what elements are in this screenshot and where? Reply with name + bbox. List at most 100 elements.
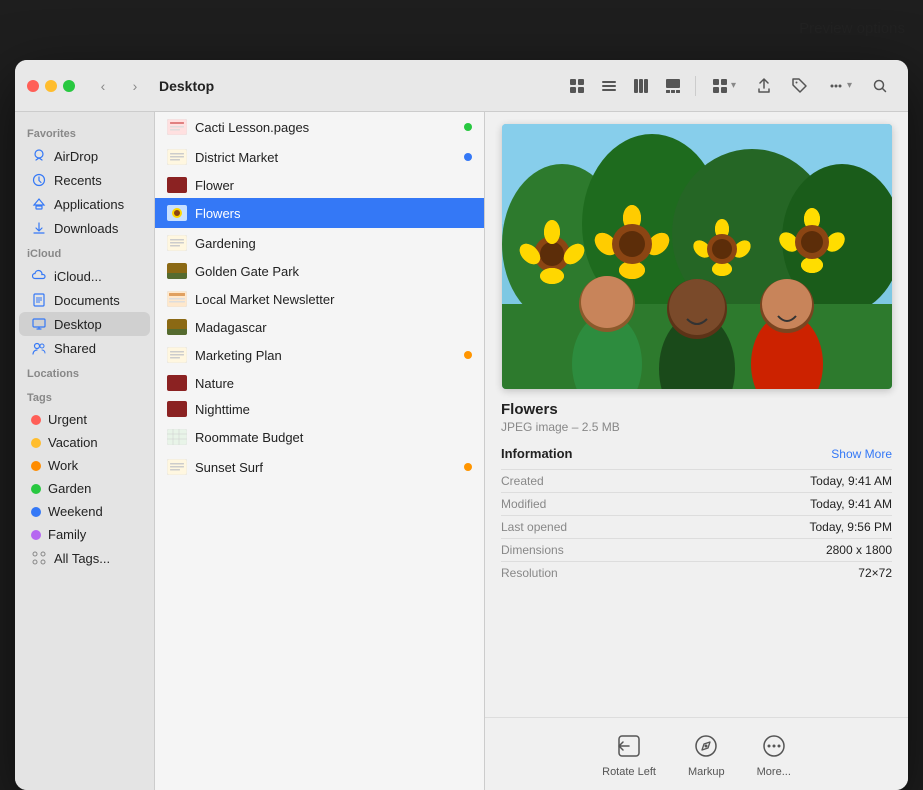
- close-button[interactable]: [27, 80, 39, 92]
- shared-icon: [31, 340, 47, 356]
- gallery-view-button[interactable]: [659, 73, 687, 99]
- file-item[interactable]: Flower: [155, 172, 484, 198]
- info-row: Dimensions2800 x 1800: [501, 538, 892, 561]
- sidebar-item-applications[interactable]: Applications: [19, 192, 150, 216]
- annotation-preview-options: Preview options: [799, 20, 905, 37]
- sidebar-item-downloads[interactable]: Downloads: [19, 216, 150, 240]
- preview-filetype: JPEG image – 2.5 MB: [501, 420, 892, 434]
- file-list-panel: Cacti Lesson.pages District MarketFlower…: [155, 112, 485, 790]
- sidebar-item-applications-label: Applications: [54, 197, 124, 212]
- sidebar-tag-vacation-label: Vacation: [48, 435, 98, 450]
- sidebar-tag-vacation[interactable]: Vacation: [19, 431, 150, 454]
- file-item[interactable]: Cacti Lesson.pages: [155, 112, 484, 142]
- info-row-value: 2800 x 1800: [826, 543, 892, 557]
- file-item[interactable]: District Market: [155, 142, 484, 172]
- sidebar-item-downloads-label: Downloads: [54, 221, 118, 236]
- markup-label: Markup: [688, 766, 725, 778]
- file-icon: [167, 289, 187, 309]
- file-item[interactable]: Roommate Budget: [155, 422, 484, 452]
- file-name: Golden Gate Park: [195, 264, 472, 279]
- file-name: Marketing Plan: [195, 348, 464, 363]
- sidebar-tag-all-label: All Tags...: [54, 551, 110, 566]
- rotate-left-button[interactable]: Rotate Left: [602, 730, 656, 778]
- main-content: Favorites AirDrop Recents: [15, 112, 908, 790]
- back-button[interactable]: ‹: [91, 74, 115, 98]
- file-icon: [167, 117, 187, 137]
- sidebar-tag-work[interactable]: Work: [19, 454, 150, 477]
- sidebar-item-icloud[interactable]: iCloud...: [19, 264, 150, 288]
- sidebar-item-recents[interactable]: Recents: [19, 168, 150, 192]
- forward-button[interactable]: ›: [123, 74, 147, 98]
- tag-button[interactable]: [784, 74, 816, 98]
- sidebar-tag-family[interactable]: Family: [19, 523, 150, 546]
- file-name: Cacti Lesson.pages: [195, 120, 464, 135]
- list-view-button[interactable]: [595, 73, 623, 99]
- sidebar-item-shared[interactable]: Shared: [19, 336, 150, 360]
- column-view-button[interactable]: [627, 73, 655, 99]
- sidebar-tag-weekend[interactable]: Weekend: [19, 500, 150, 523]
- search-button[interactable]: [864, 74, 896, 98]
- file-icon: [167, 177, 187, 193]
- info-row: Resolution72×72: [501, 561, 892, 584]
- urgent-dot: [31, 415, 41, 425]
- file-item[interactable]: Golden Gate Park: [155, 258, 484, 284]
- markup-button[interactable]: Markup: [688, 730, 725, 778]
- downloads-icon: [31, 220, 47, 236]
- status-dot: [464, 463, 472, 471]
- file-item[interactable]: Local Market Newsletter: [155, 284, 484, 314]
- file-icon: [167, 147, 187, 167]
- file-name: Sunset Surf: [195, 460, 464, 475]
- status-dot: [464, 351, 472, 359]
- fullscreen-button[interactable]: [63, 80, 75, 92]
- file-name: Madagascar: [195, 320, 472, 335]
- info-row: ModifiedToday, 9:41 AM: [501, 492, 892, 515]
- more-actions-button[interactable]: More...: [757, 730, 791, 778]
- more-button[interactable]: ▾: [820, 74, 860, 98]
- finder-window: ‹ › Desktop: [15, 60, 908, 790]
- file-item[interactable]: Sunset Surf: [155, 452, 484, 482]
- file-name: Gardening: [195, 236, 472, 251]
- file-icon: [167, 233, 187, 253]
- file-icon: [167, 203, 187, 223]
- file-item[interactable]: Gardening: [155, 228, 484, 258]
- sidebar-item-airdrop[interactable]: AirDrop: [19, 144, 150, 168]
- show-more-button[interactable]: Show More: [831, 447, 892, 461]
- more-actions-label: More...: [757, 766, 791, 778]
- info-section-header: Information Show More: [501, 446, 892, 461]
- file-item[interactable]: Flowers: [155, 198, 484, 228]
- file-item[interactable]: Nature: [155, 370, 484, 396]
- sidebar-tag-garden-label: Garden: [48, 481, 91, 496]
- preview-grid-button[interactable]: ▾: [704, 74, 744, 98]
- share-button[interactable]: [748, 74, 780, 98]
- sidebar-tag-garden[interactable]: Garden: [19, 477, 150, 500]
- preview-image: [502, 124, 892, 389]
- recents-icon: [31, 172, 47, 188]
- preview-panel: Flowers JPEG image – 2.5 MB Information …: [485, 112, 908, 790]
- file-name: Nature: [195, 376, 472, 391]
- garden-dot: [31, 484, 41, 494]
- desktop-icon: [31, 316, 47, 332]
- file-icon: [167, 427, 187, 447]
- minimize-button[interactable]: [45, 80, 57, 92]
- info-row-value: Today, 9:41 AM: [810, 497, 892, 511]
- icloud-icon: [31, 268, 47, 284]
- icon-view-button[interactable]: [563, 73, 591, 99]
- rotate-left-label: Rotate Left: [602, 766, 656, 778]
- file-item[interactable]: Nighttime: [155, 396, 484, 422]
- info-row-value: 72×72: [858, 566, 892, 580]
- info-row-value: Today, 9:56 PM: [810, 520, 893, 534]
- sidebar-item-documents[interactable]: Documents: [19, 288, 150, 312]
- sidebar-item-recents-label: Recents: [54, 173, 102, 188]
- sidebar-item-desktop[interactable]: Desktop: [19, 312, 150, 336]
- file-icon: [167, 375, 187, 391]
- sidebar-item-shared-label: Shared: [54, 341, 96, 356]
- markup-icon: [690, 730, 722, 762]
- file-item[interactable]: Madagascar: [155, 314, 484, 340]
- tags-section-label: Tags: [15, 384, 154, 408]
- sidebar-tag-urgent[interactable]: Urgent: [19, 408, 150, 431]
- quick-actions-bar: Rotate Left Markup: [485, 717, 908, 790]
- file-item[interactable]: Marketing Plan: [155, 340, 484, 370]
- sidebar-tag-all-tags[interactable]: All Tags...: [19, 546, 150, 570]
- file-icon: [167, 457, 187, 477]
- toolbar-right: ▾ ▾: [563, 73, 896, 99]
